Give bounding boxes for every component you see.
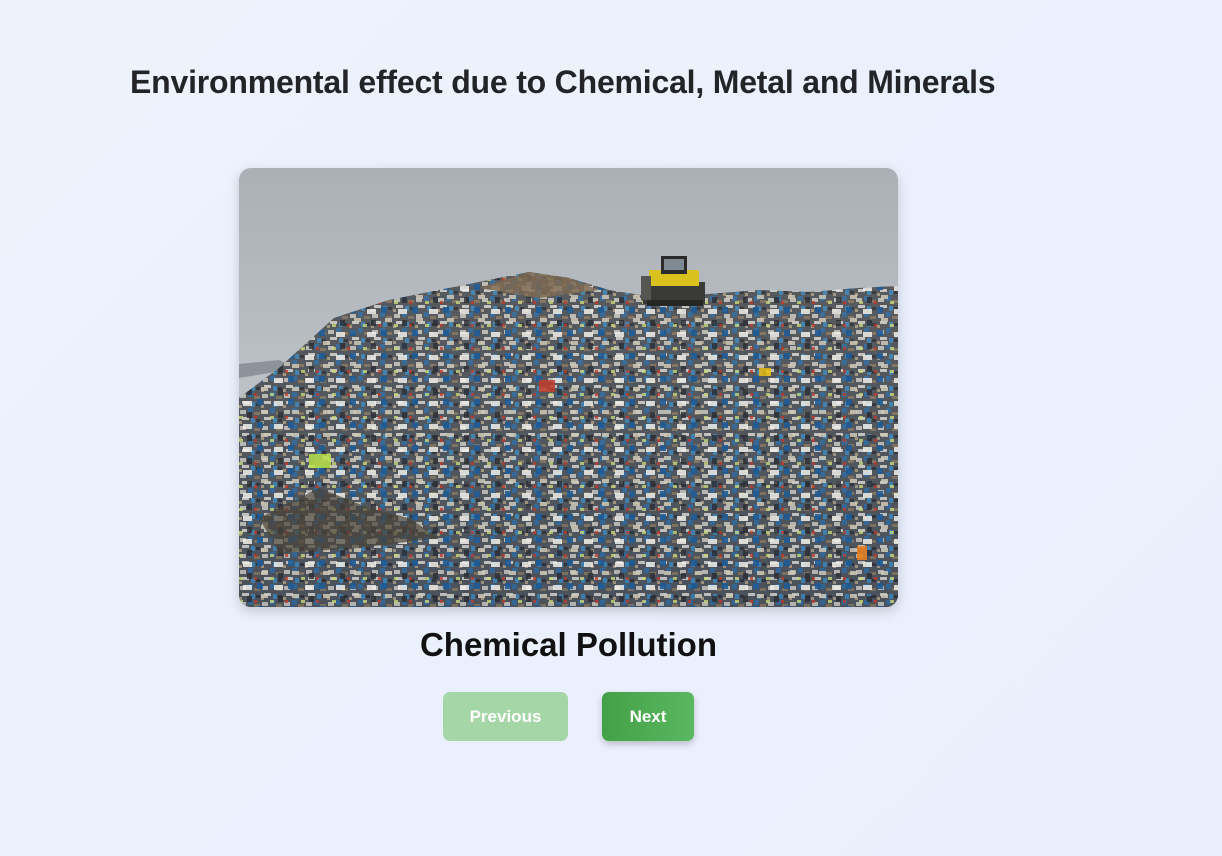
slide-caption: Chemical Pollution bbox=[419, 626, 718, 663]
landfill-image bbox=[239, 168, 898, 607]
slide-navigation: Previous Next bbox=[0, 692, 1137, 741]
previous-button[interactable]: Previous bbox=[443, 692, 568, 741]
page-title: Environmental effect due to Chemical, Me… bbox=[130, 64, 996, 100]
next-button[interactable]: Next bbox=[602, 692, 694, 741]
slide-image-card bbox=[239, 168, 898, 607]
